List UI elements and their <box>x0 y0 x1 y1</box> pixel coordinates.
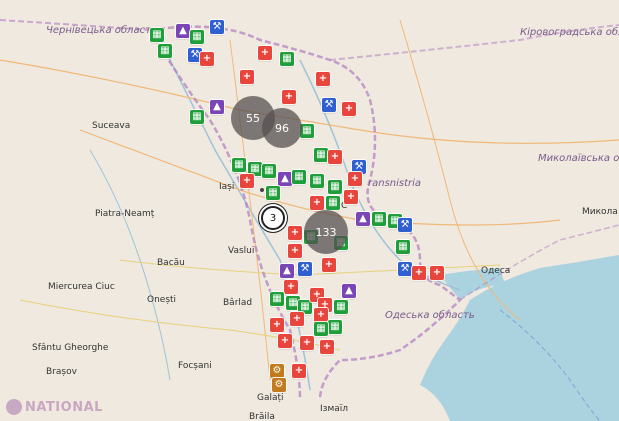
cluster-count: 96 <box>275 121 289 135</box>
poi-marker-health-icon[interactable]: + <box>292 364 306 378</box>
poi-marker-culture-icon[interactable]: ▦ <box>190 30 204 44</box>
label-onesti: Onești <box>147 295 177 305</box>
map-view[interactable]: Чернівецька область Кіровоградська обла … <box>0 0 619 421</box>
poi-marker-industry-icon[interactable]: ⚒ <box>398 218 412 232</box>
poi-marker-culture-icon[interactable]: ▦ <box>270 292 284 306</box>
poi-marker-culture-icon[interactable]: ▦ <box>396 240 410 254</box>
logo-text: NATIONAL <box>25 399 103 415</box>
label-barlad: Bârlad <box>223 298 253 308</box>
poi-marker-health-icon[interactable]: + <box>344 190 358 204</box>
poi-marker-industry-icon[interactable]: ⚒ <box>322 98 336 112</box>
poi-marker-health-icon[interactable]: + <box>278 334 292 348</box>
poi-marker-health-icon[interactable]: + <box>314 308 328 322</box>
poi-marker-culture-icon[interactable]: ▦ <box>314 148 328 162</box>
cluster-96[interactable]: 96 <box>262 108 302 148</box>
label-braila: Brăila <box>249 412 275 421</box>
poi-marker-health-icon[interactable]: + <box>322 258 336 272</box>
label-sfantu: Sfântu Gheorghe <box>32 343 109 353</box>
poi-marker-culture-icon[interactable]: ▦ <box>232 158 246 172</box>
poi-marker-health-icon[interactable]: + <box>270 318 284 332</box>
label-izmail: Ізмаїл <box>320 404 348 414</box>
poi-marker-health-icon[interactable]: + <box>288 226 302 240</box>
poi-marker-industry-icon[interactable]: ⚒ <box>298 262 312 276</box>
poi-marker-health-icon[interactable]: + <box>200 52 214 66</box>
poi-marker-education-icon[interactable]: ▲ <box>280 264 294 278</box>
label-iasi: Iași <box>219 182 235 192</box>
label-mykolaiv-region: Миколаївська обл <box>538 153 619 164</box>
poi-marker-culture-icon[interactable]: ▦ <box>328 180 342 194</box>
cluster-133[interactable]: 133 <box>304 210 348 254</box>
label-piatra: Piatra-Neamț <box>95 209 155 219</box>
poi-marker-health-icon[interactable]: + <box>300 336 314 350</box>
logo-mark-icon <box>6 399 22 415</box>
poi-marker-education-icon[interactable]: ▲ <box>176 24 190 38</box>
label-odesa-region: Одеська область <box>385 310 475 321</box>
poi-marker-health-icon[interactable]: + <box>240 174 254 188</box>
poi-marker-culture-icon[interactable]: ▦ <box>310 174 324 188</box>
poi-marker-health-icon[interactable]: + <box>284 280 298 294</box>
poi-marker-health-icon[interactable]: + <box>430 266 444 280</box>
poi-marker-other-icon[interactable]: ⚙ <box>270 364 284 378</box>
cluster-3[interactable]: 3 <box>261 206 285 230</box>
poi-marker-health-icon[interactable]: + <box>348 172 362 186</box>
label-brasov: Brașov <box>46 367 77 377</box>
cluster-count: 133 <box>315 225 337 239</box>
poi-marker-other-icon[interactable]: ⚙ <box>272 378 286 392</box>
poi-marker-culture-icon[interactable]: ▦ <box>280 52 294 66</box>
poi-marker-culture-icon[interactable]: ▦ <box>300 124 314 138</box>
poi-marker-education-icon[interactable]: ▲ <box>356 212 370 226</box>
poi-marker-health-icon[interactable]: + <box>412 266 426 280</box>
poi-marker-health-icon[interactable]: + <box>258 46 272 60</box>
label-transnistria: ransnistria <box>368 178 422 189</box>
label-chernivtsi: Чернівецька область <box>46 25 157 36</box>
map-base <box>0 19 619 421</box>
label-miercurea: Miercurea Ciuc <box>48 282 115 292</box>
label-suceava: Suceava <box>92 121 131 131</box>
poi-marker-culture-icon[interactable]: ▦ <box>158 44 172 58</box>
poi-marker-industry-icon[interactable]: ⚒ <box>210 20 224 34</box>
poi-marker-culture-icon[interactable]: ▦ <box>372 212 386 226</box>
label-odesa: Одеса <box>481 266 511 276</box>
poi-marker-culture-icon[interactable]: ▦ <box>266 186 280 200</box>
poi-marker-culture-icon[interactable]: ▦ <box>326 196 340 210</box>
poi-marker-culture-icon[interactable]: ▦ <box>314 322 328 336</box>
poi-marker-health-icon[interactable]: + <box>310 196 324 210</box>
poi-marker-culture-icon[interactable]: ▦ <box>262 164 276 178</box>
poi-marker-health-icon[interactable]: + <box>342 102 356 116</box>
poi-marker-health-icon[interactable]: + <box>240 70 254 84</box>
cluster-count: 55 <box>246 111 260 125</box>
label-mykolaiv: Микола <box>582 207 618 217</box>
cluster-count: 3 <box>269 212 277 224</box>
poi-marker-culture-icon[interactable]: ▦ <box>150 28 164 42</box>
poi-marker-culture-icon[interactable]: ▦ <box>328 320 342 334</box>
poi-marker-education-icon[interactable]: ▲ <box>278 172 292 186</box>
poi-marker-health-icon[interactable]: + <box>282 90 296 104</box>
poi-marker-culture-icon[interactable]: ▦ <box>334 300 348 314</box>
poi-marker-education-icon[interactable]: ▲ <box>342 284 356 298</box>
poi-marker-culture-icon[interactable]: ▦ <box>190 110 204 124</box>
poi-marker-culture-icon[interactable]: ▦ <box>292 170 306 184</box>
label-vaslui: Vaslui <box>228 246 255 256</box>
label-focsani: Focșani <box>178 361 212 371</box>
label-kirovohrad: Кіровоградська обла <box>520 27 619 38</box>
poi-marker-industry-icon[interactable]: ⚒ <box>398 262 412 276</box>
poi-marker-health-icon[interactable]: + <box>288 244 302 258</box>
poi-marker-health-icon[interactable]: + <box>290 312 304 326</box>
label-bacau: Bacău <box>157 258 185 268</box>
national-logo: NATIONAL <box>6 398 103 416</box>
poi-marker-health-icon[interactable]: + <box>320 340 334 354</box>
poi-marker-education-icon[interactable]: ▲ <box>210 100 224 114</box>
poi-marker-health-icon[interactable]: + <box>328 150 342 164</box>
poi-marker-health-icon[interactable]: + <box>316 72 330 86</box>
